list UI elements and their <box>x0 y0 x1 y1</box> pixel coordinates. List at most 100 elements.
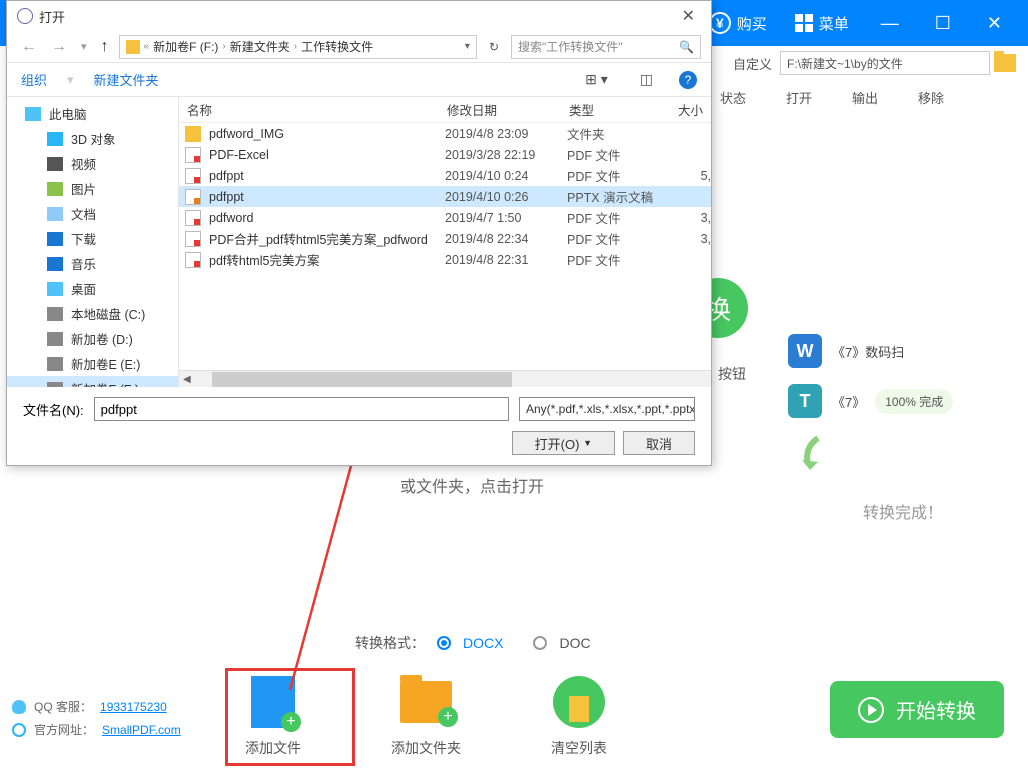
file-date: 2019/4/10 0:24 <box>445 169 567 183</box>
breadcrumb-item[interactable]: 新建文件夹 <box>230 38 290 55</box>
nav-forward-button[interactable]: → <box>47 38 71 56</box>
tree-item[interactable]: 视频 <box>7 151 178 176</box>
tree-item[interactable]: 图片 <box>7 176 178 201</box>
file-name: PDF合并_pdf转html5完美方案_pdfword <box>209 229 445 248</box>
file-date: 2019/4/8 22:34 <box>445 232 567 246</box>
desk-icon <box>47 282 63 296</box>
radio-doc[interactable] <box>533 636 547 650</box>
start-convert-button[interactable]: 开始转换 <box>830 681 1004 738</box>
result-item[interactable]: W 《7》数码扫 <box>788 334 1018 368</box>
file-row[interactable]: PDF-Excel2019/3/28 22:19PDF 文件 <box>179 144 711 165</box>
file-date: 2019/3/28 22:19 <box>445 148 567 162</box>
breadcrumb-item[interactable]: 新加卷F (F:) <box>153 38 218 55</box>
col-type[interactable]: 类型 <box>561 100 669 119</box>
tree-item[interactable]: 音乐 <box>7 251 178 276</box>
pdf-icon <box>185 252 201 268</box>
file-list[interactable]: pdfword_IMG2019/4/8 23:09文件夹PDF-Excel201… <box>179 123 711 370</box>
tree-item[interactable]: 3D 对象 <box>7 126 178 151</box>
qq-label: QQ 客服： <box>34 698 92 715</box>
col-date[interactable]: 修改日期 <box>439 100 561 119</box>
file-column-headers[interactable]: 名称 修改日期 类型 大小 <box>179 97 711 123</box>
tree-item[interactable]: 下载 <box>7 226 178 251</box>
file-date: 2019/4/8 23:09 <box>445 127 567 141</box>
col-name[interactable]: 名称 <box>179 100 439 119</box>
tree-item[interactable]: 本地磁盘 (C:) <box>7 301 178 326</box>
folder-icon <box>185 126 201 142</box>
nav-recent-button[interactable]: ▾ <box>77 40 91 53</box>
breadcrumb[interactable]: « 新加卷F (F:) › 新建文件夹 › 工作转换文件 ▾ <box>119 35 477 59</box>
tree-item[interactable]: 新加卷F (F:) <box>7 376 178 387</box>
tree-label: 此电脑 <box>49 104 87 123</box>
add-folder-button[interactable]: 添加文件夹 <box>391 674 461 758</box>
app-icon <box>17 8 33 24</box>
help-button[interactable]: ? <box>679 71 697 89</box>
view-mode-button[interactable]: ⊞ ▾ <box>579 71 614 88</box>
refresh-button[interactable]: ↻ <box>483 40 505 54</box>
doc-icon <box>47 207 63 221</box>
cancel-button[interactable]: 取消 <box>623 431 695 455</box>
browse-folder-icon[interactable] <box>994 54 1016 72</box>
horizontal-scrollbar[interactable]: ◀ <box>179 370 711 387</box>
dialog-close-button[interactable]: ✕ <box>676 6 701 26</box>
site-link[interactable]: SmallPDF.com <box>102 723 181 737</box>
file-name: pdf转html5完美方案 <box>209 250 445 269</box>
file-date: 2019/4/7 1:50 <box>445 211 567 225</box>
tree-item[interactable]: 此电脑 <box>7 101 178 126</box>
preview-pane-button[interactable]: ◫ <box>634 71 659 88</box>
search-input[interactable]: 搜索"工作转换文件" 🔍 <box>511 35 701 59</box>
tree-item[interactable]: 桌面 <box>7 276 178 301</box>
file-filter-select[interactable]: Any(*.pdf,*.xls,*.xlsx,*.ppt,*.pptx) <box>519 397 695 421</box>
file-open-dialog: 打开 ✕ ← → ▾ ↑ « 新加卷F (F:) › 新建文件夹 › 工作转换文… <box>6 0 712 466</box>
dialog-titlebar: 打开 ✕ <box>7 1 711 31</box>
result-item[interactable]: T 《7》 100% 完成 <box>788 384 1018 418</box>
dialog-footer: 文件名(N): Any(*.pdf,*.xls,*.xlsx,*.ppt,*.p… <box>7 387 711 465</box>
file-row[interactable]: pdfppt2019/4/10 0:24PDF 文件5, <box>179 165 711 186</box>
file-row[interactable]: PDF合并_pdf转html5完美方案_pdfword2019/4/8 22:3… <box>179 228 711 249</box>
tree-label: 新加卷F (F:) <box>71 379 139 387</box>
menu-button[interactable]: 菜单 <box>781 0 863 46</box>
tree-item[interactable]: 新加卷 (D:) <box>7 326 178 351</box>
minimize-button[interactable]: — <box>863 0 917 46</box>
mus-icon <box>47 257 63 271</box>
file-row[interactable]: pdf转html5完美方案2019/4/8 22:31PDF 文件 <box>179 249 711 270</box>
nav-up-button[interactable]: ↑ <box>97 38 113 56</box>
organize-button[interactable]: 组织 <box>21 70 47 89</box>
tree-item[interactable]: 文档 <box>7 201 178 226</box>
file-row[interactable]: pdfword_IMG2019/4/8 23:09文件夹 <box>179 123 711 144</box>
play-icon <box>858 697 884 723</box>
nav-back-button[interactable]: ← <box>17 38 41 56</box>
close-button[interactable]: ✕ <box>969 0 1020 46</box>
col-size[interactable]: 大小 <box>669 100 711 119</box>
customize-label[interactable]: 自定义 <box>733 54 772 73</box>
qq-link[interactable]: 1933175230 <box>100 700 167 714</box>
folder-tree[interactable]: 此电脑 3D 对象视频图片文档下载音乐桌面本地磁盘 (C:) 新加卷 (D:) 新加卷… <box>7 97 179 387</box>
tree-label: 下载 <box>71 229 96 248</box>
tree-label: 桌面 <box>71 279 96 298</box>
file-name: pdfword <box>209 211 445 225</box>
clear-list-button[interactable]: 清空列表 <box>551 674 607 758</box>
radio-docx[interactable] <box>437 636 451 650</box>
open-button[interactable]: 打开(O) ▼ <box>512 431 615 455</box>
output-path-input[interactable]: F:\新建文~1\by的文件 <box>780 51 990 75</box>
file-row[interactable]: pdfword2019/4/7 1:50PDF 文件3, <box>179 207 711 228</box>
tree-label: 视频 <box>71 154 96 173</box>
file-type: PDF 文件 <box>567 208 675 227</box>
folder-plus-icon <box>400 681 452 723</box>
yen-icon: ¥ <box>709 12 731 34</box>
filename-input[interactable] <box>94 397 509 421</box>
breadcrumb-item[interactable]: 工作转换文件 <box>301 38 373 55</box>
file-type: 文件夹 <box>567 124 675 143</box>
tree-label: 新加卷E (E:) <box>71 354 140 373</box>
cube-icon <box>47 132 63 146</box>
tree-item[interactable]: 新加卷E (E:) <box>7 351 178 376</box>
disk-icon <box>47 357 63 371</box>
broom-icon <box>553 676 605 728</box>
maximize-button[interactable]: ☐ <box>917 0 969 46</box>
file-row[interactable]: pdfppt2019/4/10 0:26PPTX 演示文稿 <box>179 186 711 207</box>
add-folder-label: 添加文件夹 <box>391 738 461 758</box>
new-folder-button[interactable]: 新建文件夹 <box>94 70 159 89</box>
drop-hint: 或文件夹，点击打开 <box>400 474 544 502</box>
disk-icon <box>47 332 63 346</box>
file-size: 3, <box>675 211 711 225</box>
tree-label: 新加卷 (D:) <box>71 329 133 348</box>
